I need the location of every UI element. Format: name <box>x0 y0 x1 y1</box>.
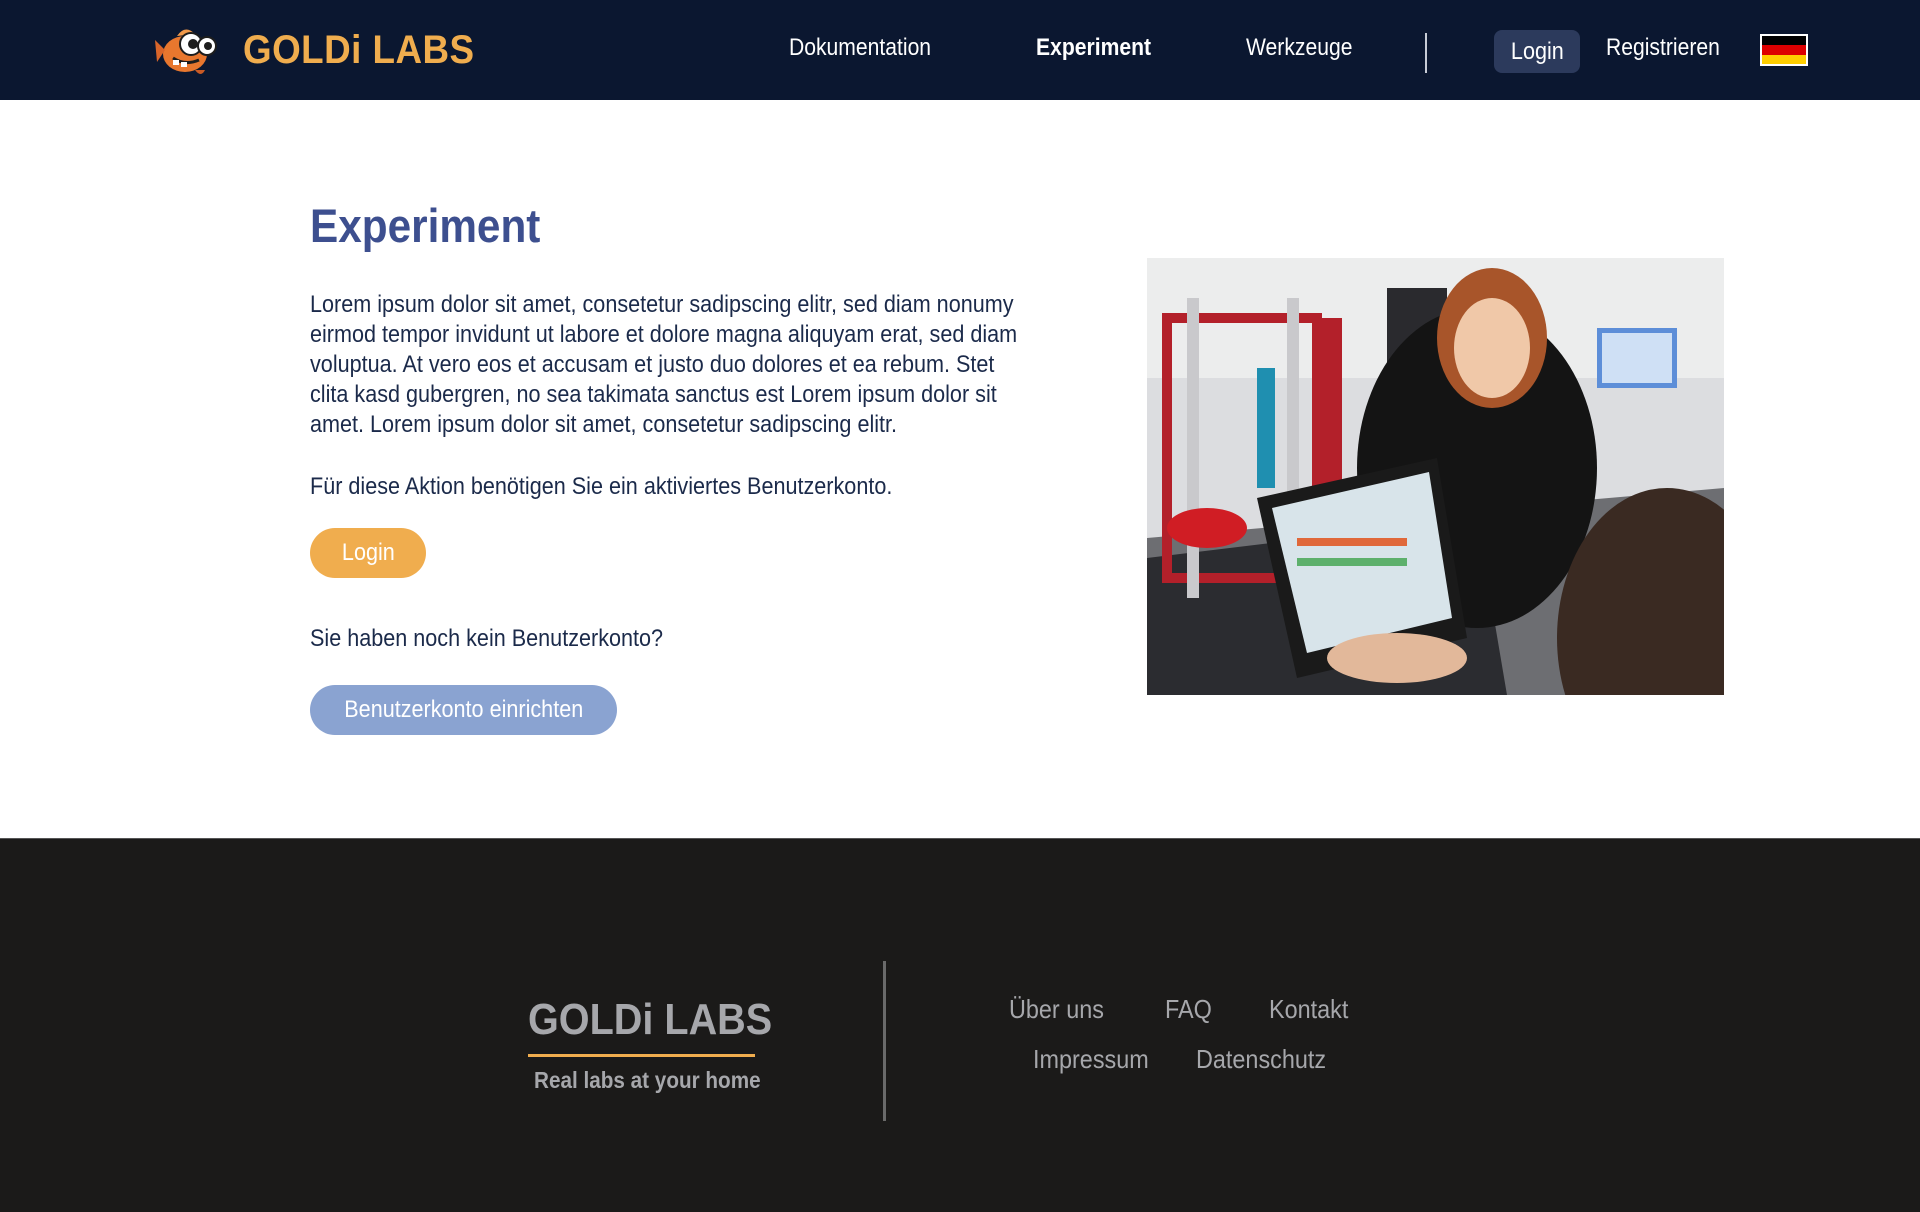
footer-brand: GOLDi LABS <box>528 995 773 1044</box>
footer-brand-underline <box>528 1054 755 1057</box>
nav-experiment[interactable]: Experiment <box>1036 34 1151 62</box>
footer-link-impressum[interactable]: Impressum <box>1033 1044 1149 1075</box>
header-register-link[interactable]: Registrieren <box>1606 34 1720 62</box>
top-navbar: GOLDi LABS Dokumentation Experiment Werk… <box>0 0 1920 100</box>
footer: GOLDi LABS Real labs at your home Über u… <box>0 838 1920 1212</box>
footer-tagline: Real labs at your home <box>534 1067 761 1093</box>
header-login-label: Login <box>1510 37 1564 65</box>
login-button[interactable]: Login <box>310 528 426 578</box>
account-required-hint: Für diese Aktion benötigen Sie ein aktiv… <box>310 473 893 500</box>
footer-link-kontakt[interactable]: Kontakt <box>1269 994 1348 1025</box>
page-title: Experiment <box>310 199 541 252</box>
footer-divider <box>883 961 886 1121</box>
footer-link-datenschutz[interactable]: Datenschutz <box>1196 1044 1326 1075</box>
footer-link-faq[interactable]: FAQ <box>1165 994 1212 1025</box>
logo[interactable]: GOLDi LABS <box>155 18 495 82</box>
lab-photo <box>1147 258 1724 695</box>
brand-name: GOLDi LABS <box>243 27 475 72</box>
create-account-label: Benutzerkonto einrichten <box>344 696 583 723</box>
footer-link-ueber-uns[interactable]: Über uns <box>1009 994 1104 1025</box>
create-account-button[interactable]: Benutzerkonto einrichten <box>310 685 617 735</box>
intro-paragraph: Lorem ipsum dolor sit amet, consetetur s… <box>310 291 1018 438</box>
fish-mascot-icon <box>155 29 217 74</box>
nav-divider <box>1425 33 1427 73</box>
no-account-question: Sie haben noch kein Benutzerkonto? <box>310 625 664 652</box>
nav-dokumentation[interactable]: Dokumentation <box>789 34 931 62</box>
login-button-label: Login <box>341 539 395 566</box>
header-login-button[interactable]: Login <box>1494 30 1580 73</box>
german-flag-icon[interactable] <box>1760 34 1808 66</box>
nav-werkzeuge[interactable]: Werkzeuge <box>1246 34 1352 62</box>
